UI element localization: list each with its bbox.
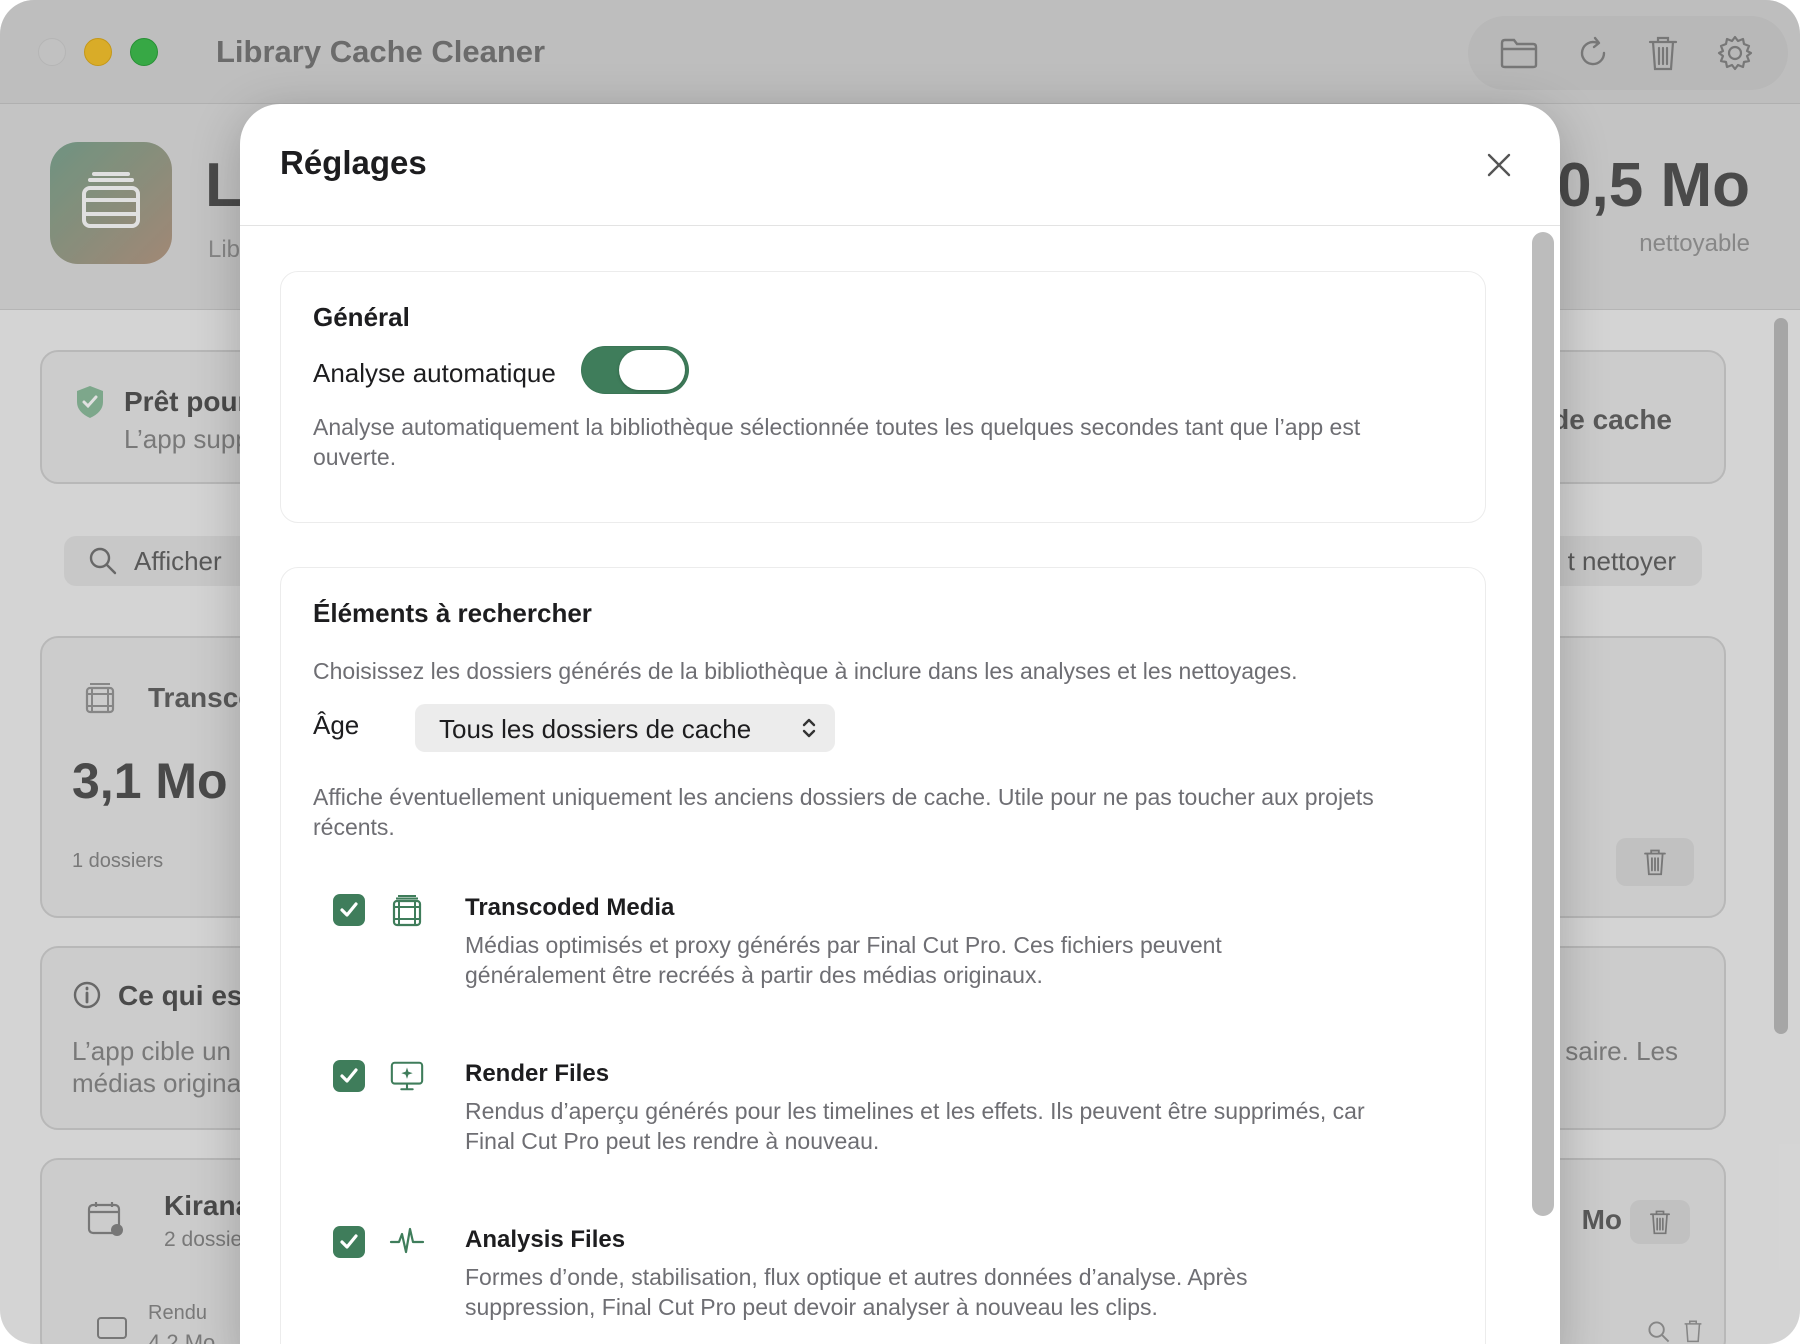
render-files-description: Rendus d’aperçu générés pour les timelin…	[465, 1098, 1365, 1154]
age-description: Affiche éventuellement uniquement les an…	[313, 784, 1374, 840]
general-section: Général Analyse automatique Analyse auto…	[280, 271, 1486, 523]
waveform-icon	[389, 1224, 425, 1260]
render-files-title: Render Files	[465, 1060, 610, 1087]
elements-section-title: Éléments à rechercher	[313, 598, 592, 628]
toggle-knob	[619, 350, 685, 390]
chevron-up-down-icon	[801, 716, 817, 745]
list-item-analysis-files: Analysis Files Formes d’onde, stabilisat…	[333, 1226, 1433, 1344]
film-icon	[389, 892, 425, 928]
settings-scrollbar[interactable]	[1532, 232, 1554, 1216]
auto-analysis-toggle[interactable]	[581, 346, 689, 394]
list-item-transcoded-media: Transcoded Media Médias optimisés et pro…	[333, 894, 1433, 1014]
auto-analysis-description: Analyse automatiquement la bibliothèque …	[313, 414, 1361, 470]
analysis-files-title: Analysis Files	[465, 1226, 626, 1253]
transcoded-media-checkbox[interactable]	[333, 894, 365, 926]
settings-title: Réglages	[280, 144, 427, 181]
render-monitor-icon	[389, 1058, 425, 1094]
close-icon[interactable]	[1482, 148, 1516, 182]
age-label: Âge	[313, 710, 360, 740]
elements-description: Choisissez les dossiers générés de la bi…	[313, 658, 1298, 684]
age-select[interactable]: Tous les dossiers de cache	[415, 704, 835, 752]
elements-section: Éléments à rechercher Choisissez les dos…	[280, 567, 1486, 1344]
age-select-value: Tous les dossiers de cache	[439, 714, 752, 744]
settings-sheet: Réglages Général Analyse automatique Ana…	[240, 104, 1560, 1344]
settings-header: Réglages	[240, 104, 1560, 226]
settings-body: Général Analyse automatique Analyse auto…	[240, 227, 1560, 1344]
transcoded-media-description: Médias optimisés et proxy générés par Fi…	[465, 932, 1222, 988]
analysis-files-description: Formes d’onde, stabilisation, flux optiq…	[465, 1264, 1248, 1320]
transcoded-media-title: Transcoded Media	[465, 894, 675, 921]
render-files-checkbox[interactable]	[333, 1060, 365, 1092]
auto-analysis-label: Analyse automatique	[313, 358, 556, 388]
general-section-title: Général	[313, 302, 410, 332]
analysis-files-checkbox[interactable]	[333, 1226, 365, 1258]
list-item-render-files: Render Files Rendus d’aperçu générés pou…	[333, 1060, 1433, 1180]
